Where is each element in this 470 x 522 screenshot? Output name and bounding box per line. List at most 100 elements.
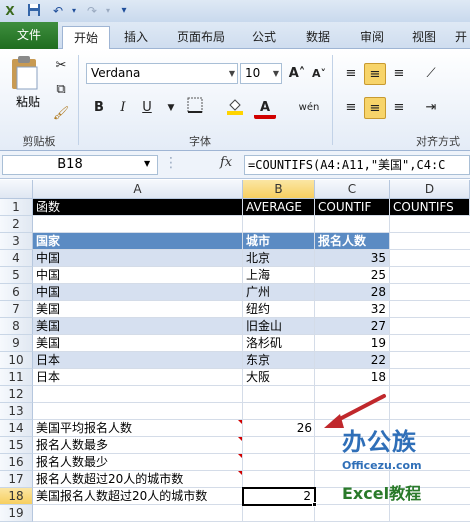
cell-country[interactable]: 美国 <box>33 301 243 318</box>
align-center-icon[interactable]: ≡ <box>364 97 386 119</box>
cell-count[interactable]: 28 <box>315 284 390 301</box>
row-header[interactable]: 1 <box>0 199 33 216</box>
redo-dropdown-icon[interactable]: ▾ <box>100 3 116 19</box>
cell-count[interactable]: 19 <box>315 335 390 352</box>
cell-country[interactable]: 美国 <box>33 318 243 335</box>
format-painter-icon[interactable]: 🖌 <box>50 103 72 125</box>
cell-city[interactable]: 洛杉矶 <box>243 335 315 352</box>
row-header[interactable]: 12 <box>0 386 33 403</box>
row-header[interactable]: 10 <box>0 352 33 369</box>
cell-count[interactable]: 25 <box>315 267 390 284</box>
row-header[interactable]: 4 <box>0 250 33 267</box>
row-header[interactable]: 5 <box>0 267 33 284</box>
row-header[interactable]: 11 <box>0 369 33 386</box>
undo-dropdown-icon[interactable]: ▾ <box>66 3 82 19</box>
cell-a3[interactable]: 国家 <box>33 233 243 250</box>
cell-b1[interactable]: AVERAGE <box>243 199 315 216</box>
tab-home[interactable]: 开始 <box>62 26 110 49</box>
row-header[interactable]: 6 <box>0 284 33 301</box>
underline-button[interactable]: U <box>136 97 158 119</box>
text-orientation-icon[interactable]: ⟋ <box>420 63 442 85</box>
grow-font-button[interactable]: A˄ <box>286 63 308 85</box>
cell-count[interactable]: 35 <box>315 250 390 267</box>
column-header-b[interactable]: B <box>243 180 315 199</box>
row-header[interactable]: 7 <box>0 301 33 318</box>
align-left-icon[interactable]: ≡ <box>340 97 362 119</box>
comment-indicator-icon[interactable] <box>238 471 242 475</box>
row-header[interactable]: 18 <box>0 488 33 505</box>
spreadsheet-grid[interactable]: A B C D 1 2 3 4 5 6 7 8 9 10 11 12 13 14… <box>0 180 470 522</box>
font-name-select[interactable]: Verdana ▼ <box>86 63 238 84</box>
customize-toolbar-icon[interactable]: ▾ <box>116 3 132 19</box>
cell-count[interactable]: 27 <box>315 318 390 335</box>
formula-bar-splitter-icon[interactable]: ⋮ <box>164 155 178 171</box>
cell-city[interactable]: 上海 <box>243 267 315 284</box>
name-box[interactable]: B18 <box>2 155 158 175</box>
comment-indicator-icon[interactable] <box>238 454 242 458</box>
cell-country[interactable]: 日本 <box>33 352 243 369</box>
cell-a15[interactable]: 报名人数最多 <box>33 437 243 454</box>
cell-city[interactable]: 大阪 <box>243 369 315 386</box>
row-header[interactable]: 13 <box>0 403 33 420</box>
tab-view[interactable]: 视图 <box>404 26 444 48</box>
cell-a18[interactable]: 美国报名人数超过20人的城市数 <box>33 488 243 505</box>
cell-city[interactable]: 北京 <box>243 250 315 267</box>
cell-c1[interactable]: COUNTIF <box>315 199 390 216</box>
cell-country[interactable]: 日本 <box>33 369 243 386</box>
align-right-icon[interactable]: ≡ <box>388 97 410 119</box>
paste-icon[interactable] <box>8 55 42 91</box>
cell-count[interactable]: 22 <box>315 352 390 369</box>
tab-data[interactable]: 数据 <box>298 26 338 48</box>
shrink-font-button[interactable]: A˅ <box>308 63 330 85</box>
tab-review[interactable]: 审阅 <box>352 26 392 48</box>
tab-page-layout[interactable]: 页面布局 <box>170 26 232 48</box>
redo-icon[interactable]: ↷ <box>84 3 100 19</box>
row-header[interactable]: 2 <box>0 216 33 233</box>
comment-indicator-icon[interactable] <box>238 420 242 424</box>
italic-button[interactable]: I <box>112 97 134 119</box>
row-header[interactable]: 15 <box>0 437 33 454</box>
row-header[interactable]: 8 <box>0 318 33 335</box>
fill-handle[interactable] <box>312 502 317 507</box>
row-header[interactable]: 16 <box>0 454 33 471</box>
cell-country[interactable]: 中国 <box>33 250 243 267</box>
row-header[interactable]: 14 <box>0 420 33 437</box>
cell-b18-selected[interactable]: 2 <box>242 487 316 506</box>
fill-color-icon[interactable] <box>224 97 246 119</box>
cell-city[interactable]: 广州 <box>243 284 315 301</box>
cell-country[interactable]: 美国 <box>33 335 243 352</box>
cell-count[interactable]: 32 <box>315 301 390 318</box>
row-header[interactable]: 3 <box>0 233 33 250</box>
column-header-c[interactable]: C <box>315 180 390 199</box>
font-color-button[interactable]: A <box>254 97 276 119</box>
insert-function-button[interactable]: fx <box>220 155 232 170</box>
tab-file[interactable]: 文件 <box>0 22 58 49</box>
cell-country[interactable]: 中国 <box>33 284 243 301</box>
paste-button[interactable]: 粘贴 <box>8 93 48 110</box>
tab-insert[interactable]: 插入 <box>114 26 158 48</box>
cell-d1[interactable]: COUNTIFS <box>390 199 470 216</box>
cell-a16[interactable]: 报名人数最少 <box>33 454 243 471</box>
align-top-icon[interactable]: ≡ <box>340 63 362 85</box>
save-icon[interactable] <box>26 3 42 19</box>
tab-developer[interactable]: 开 <box>452 26 470 48</box>
align-middle-icon[interactable]: ≡ <box>364 63 386 85</box>
row-header[interactable]: 17 <box>0 471 33 488</box>
cell-count[interactable]: 18 <box>315 369 390 386</box>
comment-indicator-icon[interactable] <box>238 437 242 441</box>
cut-icon[interactable]: ✂ <box>50 55 72 77</box>
copy-icon[interactable]: ⧉ <box>50 79 72 101</box>
bold-button[interactable]: B <box>88 97 110 119</box>
cell-a17[interactable]: 报名人数超过20人的城市数 <box>33 471 243 488</box>
cell-b14[interactable]: 26 <box>243 420 315 437</box>
cell-city[interactable]: 东京 <box>243 352 315 369</box>
formula-input[interactable]: =COUNTIFS(A4:A11,"美国",C4:C <box>244 155 470 175</box>
cell-city[interactable]: 纽约 <box>243 301 315 318</box>
tab-formulas[interactable]: 公式 <box>244 26 284 48</box>
undo-icon[interactable]: ↶ <box>50 3 66 19</box>
cell-city[interactable]: 旧金山 <box>243 318 315 335</box>
cell-a14[interactable]: 美国平均报名人数 <box>33 420 243 437</box>
cell-c3[interactable]: 报名人数 <box>315 233 390 250</box>
column-header-d[interactable]: D <box>390 180 470 199</box>
indent-icon[interactable]: ⇥ <box>420 97 442 119</box>
